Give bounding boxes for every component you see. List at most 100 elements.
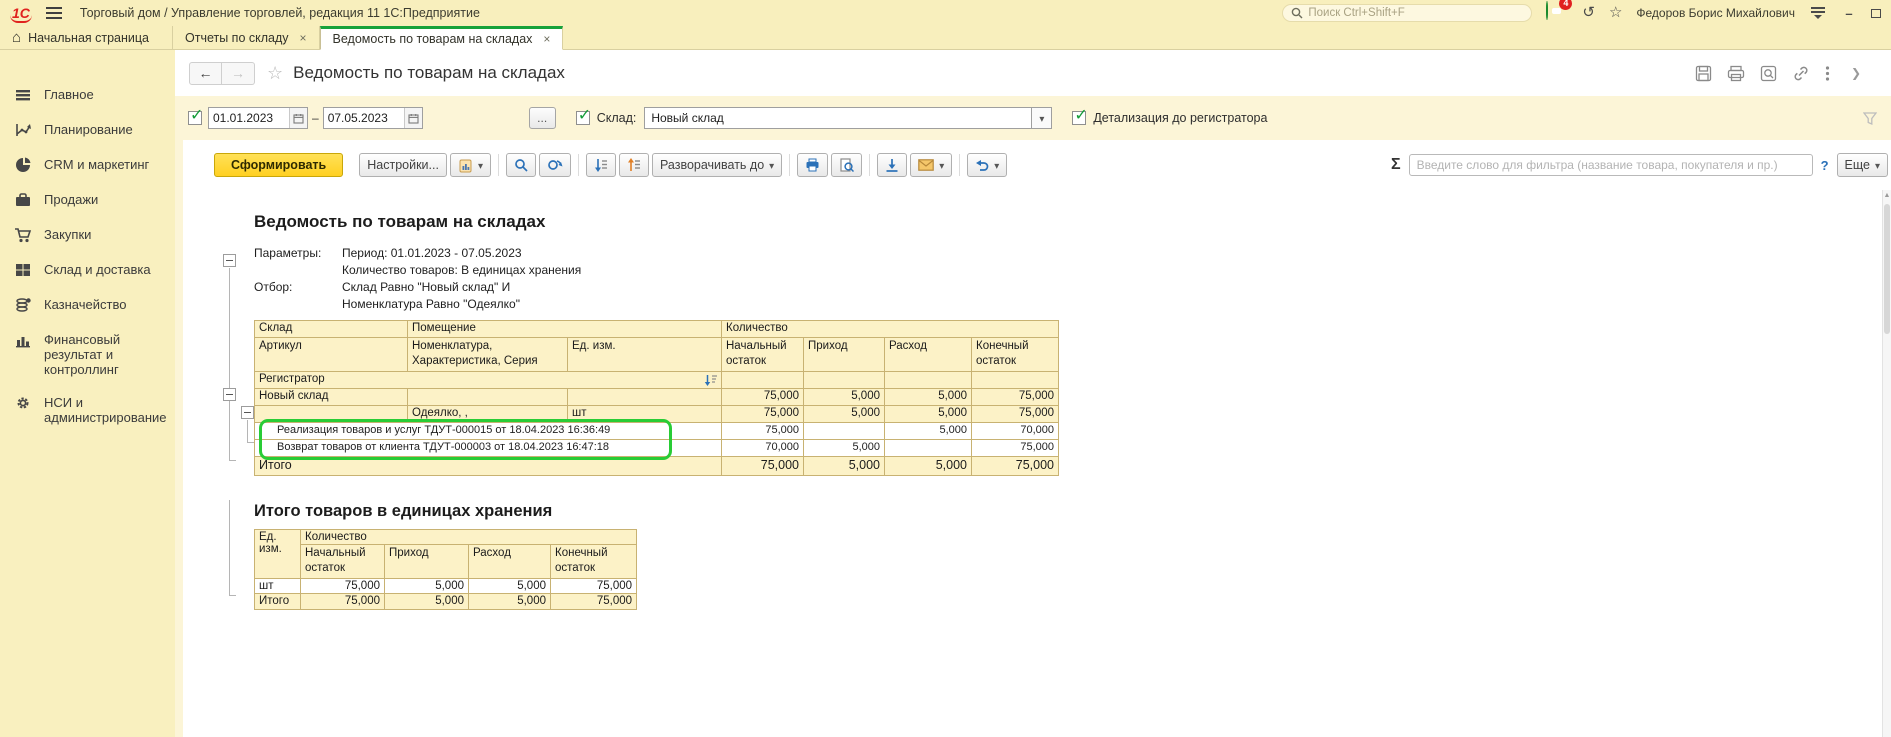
col-header: Артикул [255, 338, 408, 372]
preview-button[interactable] [831, 153, 862, 177]
table-row-registrar[interactable]: Возврат товаров от клиента ТДУТ-000003 о… [255, 440, 1059, 457]
main-menu-button[interactable] [44, 5, 64, 21]
tab-home[interactable]: Начальная страница [0, 26, 173, 49]
find-button[interactable] [506, 153, 536, 177]
summary-table[interactable]: Ед. изм. Количество Начальный остаток Пр… [254, 529, 637, 610]
close-icon[interactable] [300, 31, 307, 45]
settings-button[interactable]: Настройки... [359, 153, 447, 177]
calendar-icon [408, 113, 419, 124]
main-table[interactable]: Склад Помещение Количество Артикул Номен… [254, 320, 1059, 476]
download-icon [885, 158, 899, 172]
warehouse-checkbox[interactable] [576, 111, 590, 125]
warehouse-field[interactable]: Новый склад [644, 107, 1052, 129]
sidebar-item-treasury[interactable]: Казначейство [0, 288, 175, 323]
generate-button[interactable]: Сформировать [214, 153, 343, 177]
sidebar-item-label: Закупки [44, 227, 91, 242]
filter-funnel-icon[interactable] [1863, 112, 1877, 125]
notifications-badge: 4 [1559, 0, 1572, 10]
col-header: Расход [885, 338, 972, 372]
summary-title: Итого товаров в единицах хранения [254, 502, 1882, 521]
forward-button[interactable] [222, 62, 255, 85]
history-undo-button[interactable] [967, 153, 1007, 177]
param-line: Количество товаров: В единицах хранения [342, 262, 1882, 279]
sidebar-item-planning[interactable]: Планирование [0, 113, 175, 148]
table-row-warehouse-group[interactable]: Новый склад 75,000 5,000 5,000 75,000 [255, 389, 1059, 406]
current-user[interactable]: Федоров Борис Михайлович [1636, 6, 1795, 20]
tab-goods-statement[interactable]: Ведомость по товарам на складах [320, 26, 564, 50]
chevron-down-icon [769, 158, 774, 172]
scrollbar-thumb[interactable] [1884, 204, 1890, 334]
col-header: Начальный остаток [722, 338, 804, 372]
favorites-star-icon[interactable] [1609, 5, 1622, 21]
table-row-nomenclature-group[interactable]: Одеялко, , шт 75,000 5,000 5,000 75,000 [255, 406, 1059, 423]
collapse-groups-button[interactable] [586, 153, 616, 177]
collapse-group-icon[interactable] [241, 406, 254, 419]
sidebar-item-admin[interactable]: НСИ и администрирование [0, 386, 175, 434]
find-next-button[interactable] [539, 153, 571, 177]
autosum-button[interactable]: Σ [1391, 156, 1401, 174]
search-icon [1291, 7, 1303, 19]
quick-filter-input[interactable] [1409, 154, 1813, 176]
scroll-up-icon[interactable] [1883, 192, 1891, 199]
report-parameters: Параметры: Период: 01.01.2023 - 07.05.20… [254, 245, 1882, 313]
panels-settings-icon[interactable] [1809, 7, 1827, 19]
save-result-button[interactable] [877, 153, 907, 177]
more-menu-kebab-icon[interactable] [1825, 65, 1830, 82]
help-button[interactable]: ? [1821, 158, 1829, 173]
date-from-field[interactable]: 01.01.2023 [208, 107, 308, 129]
printer-icon [805, 158, 820, 172]
tab-label: Ведомость по товарам на складах [333, 32, 533, 46]
detail-checkbox[interactable] [1072, 111, 1086, 125]
minimize-button[interactable] [1841, 6, 1857, 21]
sidebar-item-warehouse[interactable]: Склад и доставка [0, 253, 175, 288]
date-from-value[interactable]: 01.01.2023 [209, 108, 289, 128]
col-header: Начальный остаток [301, 545, 385, 579]
expand-groups-button[interactable] [619, 153, 649, 177]
warehouse-dropdown-button[interactable] [1032, 107, 1052, 129]
link-icon[interactable] [1792, 65, 1810, 82]
period-options-button[interactable]: ... [529, 107, 556, 129]
vertical-scrollbar[interactable] [1882, 190, 1891, 737]
table-row-registrar[interactable]: Реализация товаров и услуг ТДУТ-000015 о… [255, 423, 1059, 440]
print-icon[interactable] [1727, 65, 1745, 82]
send-email-button[interactable] [910, 153, 952, 177]
tab-warehouse-reports[interactable]: Отчеты по складу [173, 26, 320, 49]
sidebar-item-purchases[interactable]: Закупки [0, 218, 175, 253]
history-icon[interactable] [1582, 5, 1595, 21]
panel-expand-icon[interactable] [1851, 66, 1861, 80]
date-to-value[interactable]: 07.05.2023 [324, 108, 404, 128]
back-button[interactable] [189, 62, 222, 85]
report-variants-button[interactable] [450, 153, 491, 177]
warehouse-value[interactable]: Новый склад [644, 107, 1032, 129]
date-to-field[interactable]: 07.05.2023 [323, 107, 423, 129]
report-header-row: Ведомость по товарам на складах [175, 50, 1891, 96]
pie-chart-icon [14, 156, 32, 174]
page-title: Ведомость по товарам на складах [293, 63, 565, 83]
sidebar-item-crm[interactable]: CRM и маркетинг [0, 148, 175, 183]
chevron-down-icon [994, 158, 999, 172]
close-icon[interactable] [543, 32, 550, 46]
restore-window-button[interactable] [1871, 9, 1881, 18]
calendar-button[interactable] [289, 108, 307, 128]
print-button[interactable] [797, 153, 828, 177]
expand-to-button[interactable]: Разворачивать до [652, 153, 782, 177]
save-icon[interactable] [1695, 65, 1712, 82]
sidebar-item-label: Казначейство [44, 297, 126, 312]
sidebar-item-main[interactable]: Главное [0, 78, 175, 113]
sidebar-item-sales[interactable]: Продажи [0, 183, 175, 218]
more-button[interactable]: Еще [1837, 153, 1888, 177]
undo-arrow-icon [975, 159, 989, 172]
collapse-group-icon[interactable] [223, 388, 236, 401]
favorite-star-icon[interactable] [267, 63, 283, 84]
param-line: Период: 01.01.2023 - 07.05.2023 [342, 245, 1882, 262]
cart-icon [14, 226, 32, 244]
print-preview-icon[interactable] [1760, 65, 1777, 82]
sidebar-item-finance[interactable]: Финансовый результат и контроллинг [0, 323, 175, 386]
sort-icon[interactable] [704, 374, 717, 386]
collapse-group-icon[interactable] [223, 254, 236, 267]
coins-icon [14, 296, 32, 314]
period-checkbox[interactable] [188, 111, 202, 125]
discussions-button[interactable]: 4 [1546, 2, 1568, 24]
calendar-button[interactable] [404, 108, 422, 128]
global-search-input[interactable]: Поиск Ctrl+Shift+F [1282, 4, 1532, 22]
